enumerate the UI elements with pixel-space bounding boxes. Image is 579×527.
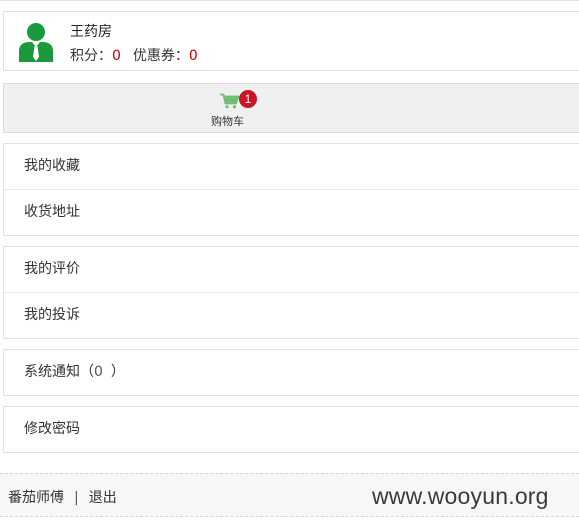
menu-item-favorites[interactable]: 我的收藏 [4,144,579,189]
user-name: 王药房 [70,24,112,40]
menu-item-system-notifications[interactable]: 系统通知（0 ） [4,350,579,395]
cart-label[interactable]: 购物车 [211,113,244,129]
footer-username-link[interactable]: 番茄师傅 [8,490,64,506]
menu-group-notifications: 系统通知（0 ） [3,349,579,396]
points-label: 积分： [70,48,112,64]
user-avatar-icon [19,23,53,62]
menu-group-password: 修改密码 [3,406,579,453]
menu-group-reviews-complaints: 我的评价 我的投诉 [3,246,579,339]
menu-item-reviews[interactable]: 我的评价 [4,247,579,292]
user-stats: 积分：0 优惠券：0 [70,45,198,65]
menu-item-change-password[interactable]: 修改密码 [4,407,579,452]
coupons-value: 0 [188,48,198,64]
notifications-label: 系统通知（ [24,364,94,380]
user-profile-card: 王药房 积分：0 优惠券：0 [3,11,579,71]
cart-bar[interactable]: 1 购物车 [3,83,579,133]
shopping-cart-icon[interactable] [220,93,240,109]
footer-separator: | [74,490,79,506]
top-divider [0,0,579,1]
menu-item-address[interactable]: 收货地址 [4,189,579,235]
notifications-count: 0 [94,364,103,380]
menu-item-complaints[interactable]: 我的投诉 [4,292,579,338]
notifications-suffix: ） [110,364,125,380]
coupons-label: 优惠券： [132,48,189,64]
watermark-text: www.wooyun.org [372,483,549,509]
cart-count-badge: 1 [239,90,257,108]
menu-group-favorites-address: 我的收藏 收货地址 [3,143,579,236]
footer-links: 番茄师傅 | 退出 [8,487,117,507]
points-value: 0 [112,48,121,64]
logout-link[interactable]: 退出 [89,490,117,506]
